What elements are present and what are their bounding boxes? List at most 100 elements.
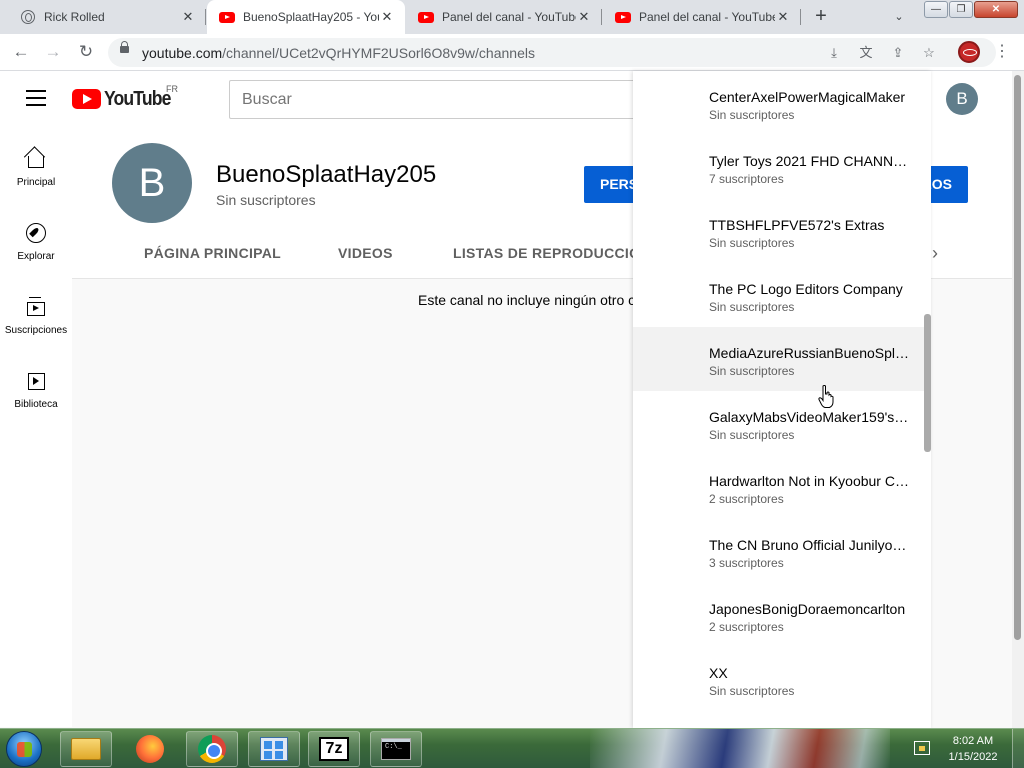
install-app-icon[interactable]: ⤓ [824, 43, 844, 63]
reload-button[interactable]: ↻ [75, 41, 97, 63]
taskbar-cmd[interactable] [370, 731, 422, 767]
command-prompt-icon [381, 738, 411, 760]
account-item[interactable]: The PC Logo Editors Company Sin suscript… [633, 263, 931, 327]
guide-label: Principal [16, 177, 56, 188]
new-tab-button[interactable]: + [808, 5, 834, 29]
taskbar-control-panel[interactable] [248, 731, 300, 767]
country-code: FR [166, 84, 178, 94]
account-name: XX [709, 665, 728, 681]
bookmark-star-icon[interactable]: ☆ [919, 43, 939, 63]
account-name: MediaAzureRussianBuenoSplaat [709, 345, 909, 361]
account-switcher-dropdown: CenterAxelPowerMagicalMaker Sin suscript… [633, 71, 931, 728]
tab-close-icon[interactable]: ✕ [180, 9, 196, 25]
share-icon[interactable]: ⇪ [888, 43, 908, 63]
account-item[interactable]: Tyler Toys 2021 FHD CHANNEL 7 suscriptor… [633, 135, 931, 199]
channel-subscriber-count: Sin suscriptores [216, 192, 316, 208]
account-item[interactable]: TTBSHFLPFVE572's Extras Sin suscriptores [633, 199, 931, 263]
hamburger-menu-icon[interactable] [26, 90, 46, 106]
network-icon[interactable] [914, 741, 930, 755]
account-subs: 7 suscriptores [709, 172, 784, 186]
account-name: GalaxyMabsVideoMaker159's Channel [709, 409, 909, 425]
guide-item-home[interactable]: Principal [0, 137, 72, 211]
youtube-favicon-icon [418, 9, 434, 25]
browser-toolbar: ← → ↻ youtube.com/channel/UCet2vQrHYMF2U… [0, 34, 1024, 71]
search-input[interactable] [229, 80, 633, 119]
browser-menu-icon[interactable]: ⋮ [994, 42, 1010, 62]
taskbar-firefox[interactable] [124, 731, 176, 767]
account-subs: 2 suscriptores [709, 492, 784, 506]
home-icon [24, 147, 48, 171]
account-item[interactable]: JaponesBonigDoraemoncarlton 2 suscriptor… [633, 583, 931, 647]
account-avatar[interactable]: B [946, 83, 978, 115]
page-scrollbar-thumb[interactable] [1014, 75, 1021, 640]
tab-title: BuenoSplaatHay205 - YouTube [243, 10, 379, 24]
control-panel-icon [260, 737, 288, 761]
url-host: youtube.com [142, 45, 223, 61]
account-subs: Sin suscriptores [709, 428, 795, 442]
guide-item-explore[interactable]: Explorar [0, 211, 72, 285]
empty-channels-message: Este canal no incluye ningún otro canal. [418, 292, 666, 308]
forward-button[interactable]: → [42, 41, 64, 63]
browser-tab-strip: Rick Rolled ✕ BuenoSplaatHay205 - YouTub… [0, 0, 1024, 34]
tab-search-button[interactable]: ⌄ [888, 7, 910, 27]
account-name: TTBSHFLPFVE572's Extras [709, 217, 885, 233]
extension-icon[interactable] [958, 41, 980, 63]
taskbar-explorer[interactable] [60, 731, 112, 767]
youtube-wordmark: YouTube [104, 87, 171, 110]
browser-tab-channel[interactable]: BuenoSplaatHay205 - YouTube ✕ [207, 0, 405, 34]
account-subs: Sin suscriptores [709, 236, 795, 250]
window-close-button[interactable]: ✕ [974, 1, 1018, 18]
tab-videos[interactable]: VIDEOS [338, 245, 393, 261]
guide-item-subscriptions[interactable]: Suscripciones [0, 285, 72, 359]
guide-item-library[interactable]: Biblioteca [0, 359, 72, 433]
url-text[interactable]: youtube.com/channel/UCet2vQrHYMF2USorl6O… [142, 45, 535, 61]
taskbar-chrome[interactable] [186, 731, 238, 767]
tab-home[interactable]: PÁGINA PRINCIPAL [144, 245, 281, 261]
taskbar-clock[interactable]: 8:02 AM 1/15/2022 [940, 733, 1006, 765]
taskbar-7zip[interactable]: 7z [308, 731, 360, 767]
7zip-icon: 7z [319, 737, 349, 761]
tab-close-icon[interactable]: ✕ [775, 9, 791, 25]
tab-close-icon[interactable]: ✕ [576, 9, 592, 25]
youtube-play-icon [72, 89, 101, 109]
windows-taskbar: 7z 8:02 AM 1/15/2022 [0, 728, 1024, 768]
mini-guide: Principal Explorar Suscripciones Bibliot… [0, 127, 72, 727]
compass-icon [24, 221, 48, 245]
tab-title: Panel del canal - YouTube [442, 10, 576, 24]
window-controls: — ❐ ✕ [924, 1, 1019, 18]
page-scrollbar[interactable] [1012, 71, 1024, 728]
tab-close-icon[interactable]: ✕ [379, 9, 395, 25]
account-item[interactable]: The CN Bruno Official Junilyorden 3 susc… [633, 519, 931, 583]
account-item[interactable]: XX Sin suscriptores [633, 647, 931, 711]
address-bar[interactable]: youtube.com/channel/UCet2vQrHYMF2USorl6O… [108, 38, 996, 67]
account-item[interactable]: Hardwarlton Not in Kyoobur Channel 2 sus… [633, 455, 931, 519]
clock-time: 8:02 AM [952, 735, 994, 747]
url-path: /channel/UCet2vQrHYMF2USorl6O8v9w/channe… [222, 45, 535, 61]
browser-tab-panel-1[interactable]: Panel del canal - YouTube ✕ [406, 0, 602, 34]
browser-tab-rick-rolled[interactable]: Rick Rolled ✕ [8, 0, 206, 34]
account-name: Hardwarlton Not in Kyoobur Channel [709, 473, 909, 489]
account-item[interactable]: MediaAzureRussianBuenoSplaat Sin suscrip… [633, 327, 931, 391]
back-button[interactable]: ← [10, 41, 32, 63]
youtube-logo[interactable]: YouTube FR [72, 84, 180, 110]
account-name: CenterAxelPowerMagicalMaker [709, 89, 906, 105]
account-name: Tyler Toys 2021 FHD CHANNEL [709, 153, 909, 169]
translate-icon[interactable]: 文 [856, 43, 876, 63]
library-icon [24, 369, 48, 393]
show-desktop-button[interactable] [1012, 729, 1024, 768]
browser-tab-panel-2[interactable]: Panel del canal - YouTube ✕ [603, 0, 801, 34]
firefox-icon [136, 735, 164, 763]
guide-label: Biblioteca [14, 399, 58, 410]
guide-label: Explorar [17, 251, 55, 262]
account-item[interactable]: GalaxyMabsVideoMaker159's Channel Sin su… [633, 391, 931, 455]
tab-playlists[interactable]: LISTAS DE REPRODUCCIÓN [453, 245, 651, 261]
maximize-button[interactable]: ❐ [949, 1, 973, 18]
start-button[interactable] [6, 731, 42, 767]
lock-icon[interactable] [120, 41, 129, 53]
chevron-right-icon[interactable]: › [932, 243, 938, 264]
dropdown-scrollbar[interactable] [924, 314, 931, 452]
minimize-button[interactable]: — [924, 1, 948, 18]
account-name: JaponesBonigDoraemoncarlton [709, 601, 906, 617]
account-item[interactable]: CenterAxelPowerMagicalMaker Sin suscript… [633, 71, 931, 135]
account-name: The PC Logo Editors Company [709, 281, 903, 297]
